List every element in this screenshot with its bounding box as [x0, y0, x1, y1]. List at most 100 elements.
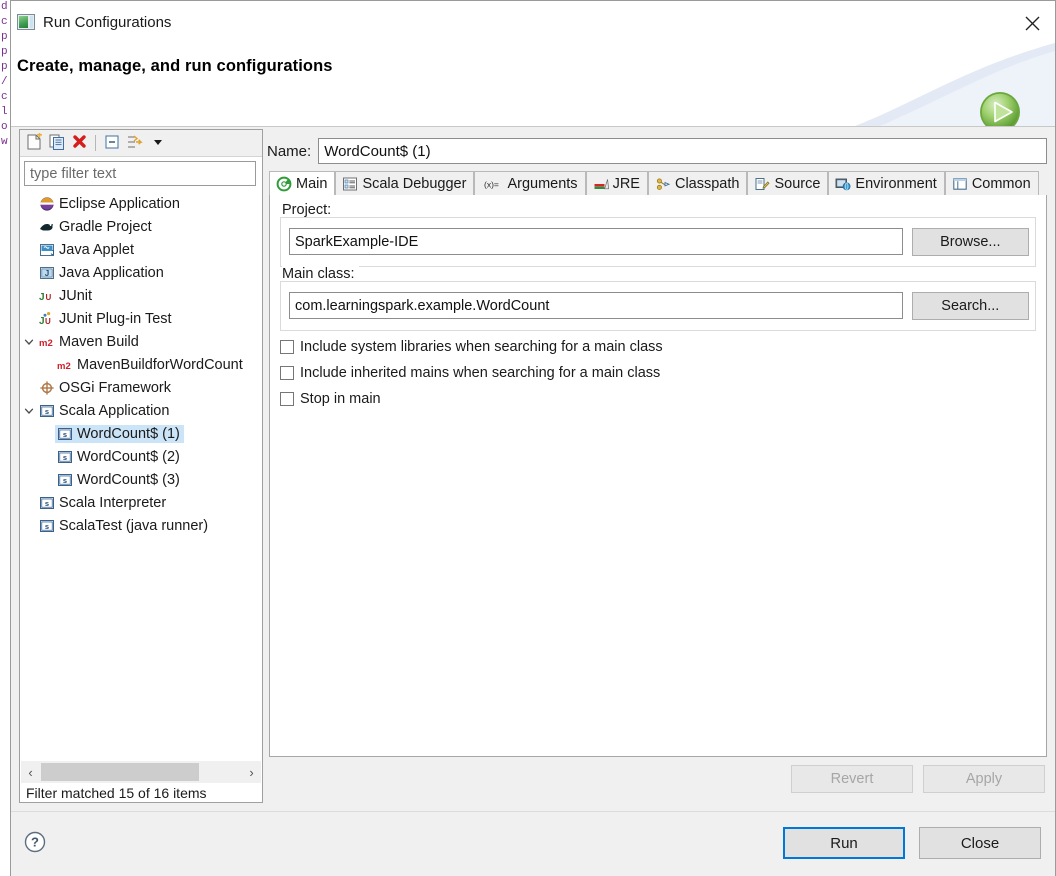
svg-text:?: ?: [31, 835, 39, 850]
scrollbar-track[interactable]: [200, 763, 242, 781]
tab-scala-debugger[interactable]: Scala Debugger: [335, 171, 475, 195]
chevron-down-icon[interactable]: [21, 399, 37, 422]
project-field[interactable]: [289, 228, 903, 255]
tree-indent-spacer: [21, 491, 37, 514]
tree-toolbar: [20, 130, 262, 157]
tree-item-content: m2 MavenBuildforWordCount: [55, 356, 247, 374]
checkbox[interactable]: [280, 340, 294, 354]
tab-common[interactable]: Common: [944, 171, 1039, 195]
tab-source[interactable]: Source: [747, 171, 829, 195]
svg-text:s: s: [63, 430, 67, 439]
apply-button[interactable]: Apply: [923, 765, 1045, 793]
project-group-label: Project:: [282, 202, 336, 218]
tree-item-content: s ScalaTest (java runner): [37, 517, 212, 535]
scala-icon: s: [55, 426, 75, 442]
tree-item-label: WordCount$ (2): [77, 448, 180, 465]
svg-text:s: s: [45, 522, 49, 531]
tab-arguments[interactable]: (x)= Arguments: [474, 171, 586, 195]
name-row: Name:: [267, 137, 1047, 165]
configurations-tree[interactable]: Eclipse Application Gradle Project J Java A…: [21, 192, 261, 759]
main-tab-content: Project: Browse... Main class: S: [269, 195, 1047, 757]
close-button[interactable]: Close: [919, 827, 1041, 859]
background-editor-sliver: d c p p p / c l o w: [0, 0, 10, 876]
tree-item-java-application[interactable]: J Java Application: [21, 261, 261, 284]
tree-item-junit[interactable]: J U JUnit: [21, 284, 261, 307]
maven-icon: m2: [37, 334, 57, 350]
svg-text:U: U: [45, 317, 51, 326]
source-icon: [754, 176, 771, 192]
tree-item-mavenbuildforwordcount[interactable]: m2 MavenBuildforWordCount: [21, 353, 261, 376]
checkbox-row[interactable]: Include system libraries when searching …: [280, 339, 663, 355]
tree-item-scalatest-java-runner[interactable]: s ScalaTest (java runner): [21, 514, 261, 537]
scrollbar-thumb[interactable]: [41, 763, 199, 781]
filter-icon[interactable]: [125, 133, 147, 153]
checkbox-row[interactable]: Include inherited mains when searching f…: [280, 365, 660, 381]
collapse-all-icon[interactable]: [102, 133, 124, 153]
tab-label: JRE: [612, 175, 640, 192]
checkbox-label: Include inherited mains when searching f…: [300, 365, 661, 381]
tree-item-gradle-project[interactable]: Gradle Project: [21, 215, 261, 238]
svg-text:J: J: [45, 269, 49, 278]
tab-label: Classpath: [674, 175, 740, 192]
toolbar-separator: [95, 135, 96, 151]
search-button[interactable]: Search...: [911, 291, 1029, 320]
configurations-tree-panel: Eclipse Application Gradle Project J Java A…: [19, 129, 263, 803]
tree-item-wordcount-1[interactable]: s WordCount$ (1): [21, 422, 261, 445]
checkbox[interactable]: [280, 366, 294, 380]
tree-item-label: OSGi Framework: [59, 379, 171, 396]
tree-item-label: Maven Build: [59, 333, 139, 350]
close-icon[interactable]: [1017, 9, 1047, 37]
configuration-tabs: Main Scala Debugger (x)= Arguments JRE Classp…: [269, 171, 1047, 196]
tab-environment[interactable]: Environment: [828, 171, 945, 195]
tree-item-content: J U JUnit: [37, 287, 96, 305]
tree-item-wordcount-3[interactable]: s WordCount$ (3): [21, 468, 261, 491]
scroll-right-arrow[interactable]: ›: [242, 762, 261, 782]
tab-classpath[interactable]: Classpath: [647, 171, 748, 195]
tree-item-content: s WordCount$ (3): [55, 471, 184, 489]
tree-item-java-applet[interactable]: J Java Applet: [21, 238, 261, 261]
tree-indent-spacer: [21, 215, 37, 238]
tree-item-content: s WordCount$ (1): [55, 424, 184, 443]
run-green-play-icon: [976, 89, 1024, 126]
svg-text:s: s: [63, 476, 67, 485]
chevron-down-icon[interactable]: [150, 133, 166, 153]
tree-horizontal-scrollbar[interactable]: ‹ ›: [21, 761, 261, 783]
help-question-icon[interactable]: ?: [23, 830, 47, 854]
tree-item-scala-interpreter[interactable]: s Scala Interpreter: [21, 491, 261, 514]
jre-icon: [593, 176, 609, 192]
tree-item-junit-plug-in-test[interactable]: J U JUnit Plug-in Test: [21, 307, 261, 330]
tree-item-scala-application[interactable]: s Scala Application: [21, 399, 261, 422]
delete-icon[interactable]: [70, 133, 92, 153]
tree-item-osgi-framework[interactable]: OSGi Framework: [21, 376, 261, 399]
revert-button[interactable]: Revert: [791, 765, 913, 793]
scala-icon: s: [55, 449, 75, 465]
page-title: Create, manage, and run configurations: [17, 57, 333, 75]
chevron-down-icon[interactable]: [21, 330, 37, 353]
tab-jre[interactable]: JRE: [585, 171, 648, 195]
run-button[interactable]: Run: [783, 827, 905, 859]
osgi-icon: [37, 380, 57, 396]
configuration-name-field[interactable]: [318, 138, 1047, 164]
scroll-left-arrow[interactable]: ‹: [21, 762, 40, 782]
main-class-field[interactable]: [289, 292, 903, 319]
tree-item-label: Eclipse Application: [59, 195, 180, 212]
scala-debugger-icon: [342, 176, 358, 192]
checkbox-row[interactable]: Stop in main: [280, 391, 381, 407]
tree-item-label: JUnit: [59, 287, 93, 304]
checkbox[interactable]: [280, 392, 294, 406]
svg-text:J: J: [39, 292, 45, 303]
new-launch-configuration-icon[interactable]: [24, 132, 46, 153]
duplicate-icon[interactable]: [47, 133, 69, 153]
run-config-icon: [17, 14, 35, 30]
search-input[interactable]: [24, 161, 256, 186]
gradle-icon: [37, 219, 57, 235]
scala-icon: s: [37, 403, 57, 419]
classpath-icon: [655, 176, 671, 192]
tree-item-eclipse-application[interactable]: Eclipse Application: [21, 192, 261, 215]
tree-item-content: Eclipse Application: [37, 195, 184, 213]
tree-item-wordcount-2[interactable]: s WordCount$ (2): [21, 445, 261, 468]
tree-item-maven-build[interactable]: m2 Maven Build: [21, 330, 261, 353]
tree-indent-spacer: [21, 192, 37, 215]
browse-button[interactable]: Browse...: [911, 227, 1029, 256]
tab-main[interactable]: Main: [269, 171, 336, 196]
